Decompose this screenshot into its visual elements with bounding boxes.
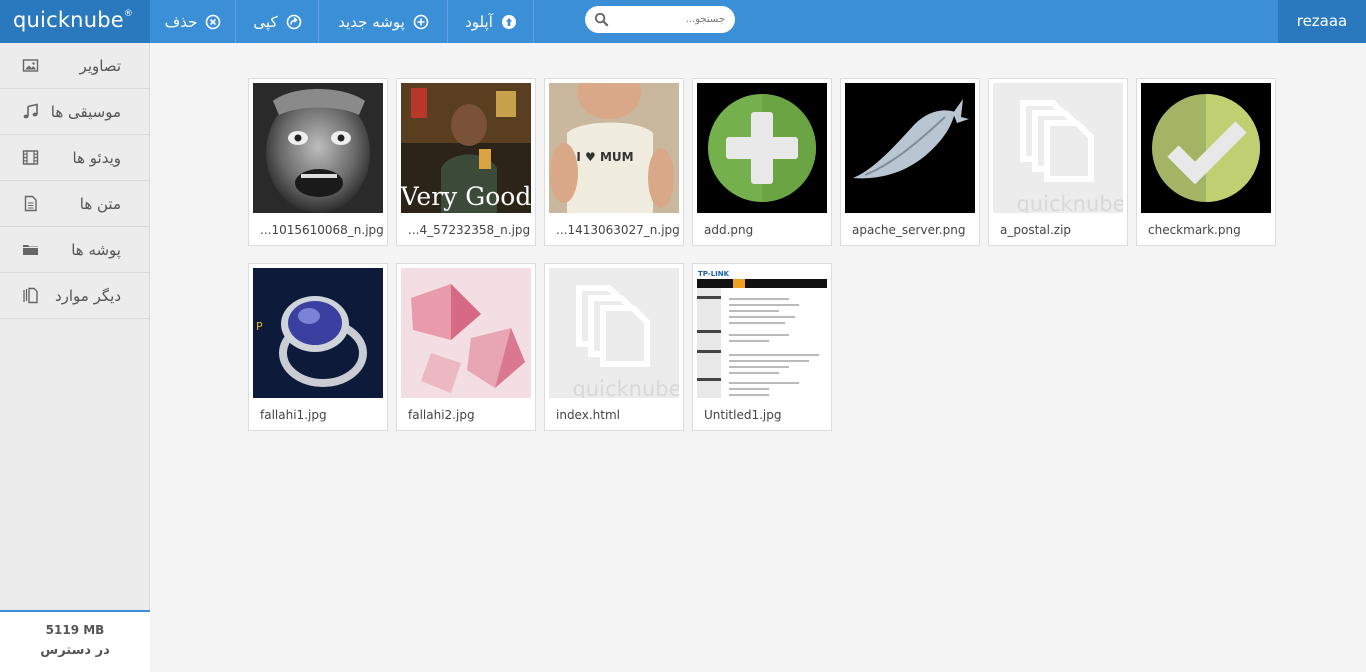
file-name: ...1015610068_n.jpg bbox=[260, 223, 384, 237]
tplink-screenshot: TP-LINK bbox=[697, 268, 827, 398]
sidebar-item-documents[interactable]: متن ها bbox=[0, 181, 149, 227]
image-icon bbox=[22, 59, 39, 72]
sidebar-item-videos[interactable]: ویدئو ها bbox=[0, 135, 149, 181]
baby-shirt-photo: I ♥ MUM bbox=[549, 83, 679, 213]
upload-label: آپلود bbox=[465, 12, 493, 31]
copy-button[interactable]: کپی bbox=[237, 0, 319, 43]
file-name: Untitled1.jpg bbox=[704, 408, 782, 422]
user-menu[interactable]: rezaaa bbox=[1278, 0, 1366, 43]
new-folder-button[interactable]: پوشه جدید bbox=[320, 0, 448, 43]
file-name: ...1413063027_n.jpg bbox=[556, 223, 680, 237]
file-card[interactable]: quicknube index.html bbox=[544, 263, 684, 431]
bw-laughing-man-photo bbox=[253, 83, 383, 213]
file-card[interactable]: Very Good ...4_57232358_n.jpg bbox=[396, 78, 536, 246]
file-name: fallahi2.jpg bbox=[408, 408, 475, 422]
sidebar-item-label: ویدئو ها bbox=[72, 148, 121, 167]
svg-text:P: P bbox=[256, 320, 263, 333]
pink-gem-photo bbox=[401, 268, 531, 398]
sapphire-ring-photo: P bbox=[253, 268, 383, 398]
file-name: apache_server.png bbox=[852, 223, 966, 237]
copy-label: کپی bbox=[253, 12, 278, 31]
shirt-text: I ♥ MUM bbox=[576, 150, 633, 164]
file-name: fallahi1.jpg bbox=[260, 408, 327, 422]
sidebar-item-images[interactable]: تصاویر bbox=[0, 43, 149, 89]
tplink-logo: TP-LINK bbox=[698, 270, 730, 278]
new-folder-label: پوشه جدید bbox=[338, 12, 405, 31]
file-card[interactable]: add.png bbox=[692, 78, 832, 246]
file-card[interactable]: TP-LINK Untitled1.jpg bbox=[692, 263, 832, 431]
search-input[interactable] bbox=[613, 10, 725, 29]
plus-circle-icon bbox=[413, 14, 429, 29]
file-name: checkmark.png bbox=[1148, 223, 1241, 237]
storage-label: در دسترس bbox=[40, 643, 110, 658]
file-name: a_postal.zip bbox=[1000, 223, 1072, 237]
delete-button[interactable]: حذف bbox=[151, 0, 236, 43]
file-card[interactable]: quicknube a_postal.zip bbox=[988, 78, 1128, 246]
search-icon[interactable] bbox=[594, 12, 609, 27]
search-box bbox=[585, 6, 735, 33]
quicknube-placeholder: quicknube bbox=[549, 268, 679, 398]
placeholder-text: quicknube bbox=[572, 377, 679, 398]
very-good-meme-photo: Very Good bbox=[401, 83, 531, 213]
checkmark-icon bbox=[1141, 83, 1271, 213]
file-card[interactable]: ...1015610068_n.jpg bbox=[248, 78, 388, 246]
sidebar-item-label: متن ها bbox=[79, 194, 121, 213]
sidebar-item-label: موسیقی ها bbox=[50, 102, 121, 121]
document-icon bbox=[24, 195, 37, 212]
sidebar-item-label: تصاویر bbox=[79, 56, 121, 75]
music-icon bbox=[23, 103, 38, 119]
apache-feather-icon bbox=[845, 83, 975, 213]
top-bar: quicknube® حذف کپی پوشه جدید آپلود rezaa… bbox=[0, 0, 1366, 43]
sidebar-item-music[interactable]: موسیقی ها bbox=[0, 89, 149, 135]
file-name: ...4_57232358_n.jpg bbox=[408, 223, 531, 237]
file-card[interactable]: P fallahi1.jpg bbox=[248, 263, 388, 431]
sidebar: تصاویر موسیقی ها ویدئو ها متن ها پوشه ها… bbox=[0, 43, 150, 672]
file-card[interactable]: checkmark.png bbox=[1136, 78, 1276, 246]
sidebar-item-label: دیگر موارد bbox=[54, 286, 121, 305]
close-circle-icon bbox=[206, 14, 221, 29]
add-icon bbox=[697, 83, 827, 213]
sidebar-item-label: پوشه ها bbox=[71, 240, 121, 259]
film-icon bbox=[22, 150, 39, 165]
file-card[interactable]: apache_server.png bbox=[840, 78, 980, 246]
file-card[interactable]: I ♥ MUM ...1413063027_n.jpg bbox=[544, 78, 684, 246]
copy-arrow-icon bbox=[286, 14, 301, 29]
quicknube-placeholder: quicknube bbox=[993, 83, 1123, 213]
storage-panel: 5119 MB در دسترس bbox=[0, 610, 150, 672]
meme-caption: Very Good bbox=[401, 182, 531, 211]
placeholder-text: quicknube bbox=[1016, 192, 1123, 213]
upload-button[interactable]: آپلود bbox=[449, 0, 534, 43]
sidebar-item-folders[interactable]: پوشه ها bbox=[0, 227, 149, 273]
storage-size: 5119 MB bbox=[45, 623, 105, 637]
folder-icon bbox=[23, 245, 38, 255]
delete-label: حذف bbox=[164, 12, 198, 31]
upload-circle-icon bbox=[501, 14, 516, 29]
file-name: index.html bbox=[556, 408, 620, 422]
file-name: add.png bbox=[704, 223, 754, 237]
sidebar-item-others[interactable]: دیگر موارد bbox=[0, 273, 149, 319]
files-icon bbox=[23, 287, 38, 304]
file-card[interactable]: fallahi2.jpg bbox=[396, 263, 536, 431]
app-logo[interactable]: quicknube® bbox=[0, 0, 150, 43]
